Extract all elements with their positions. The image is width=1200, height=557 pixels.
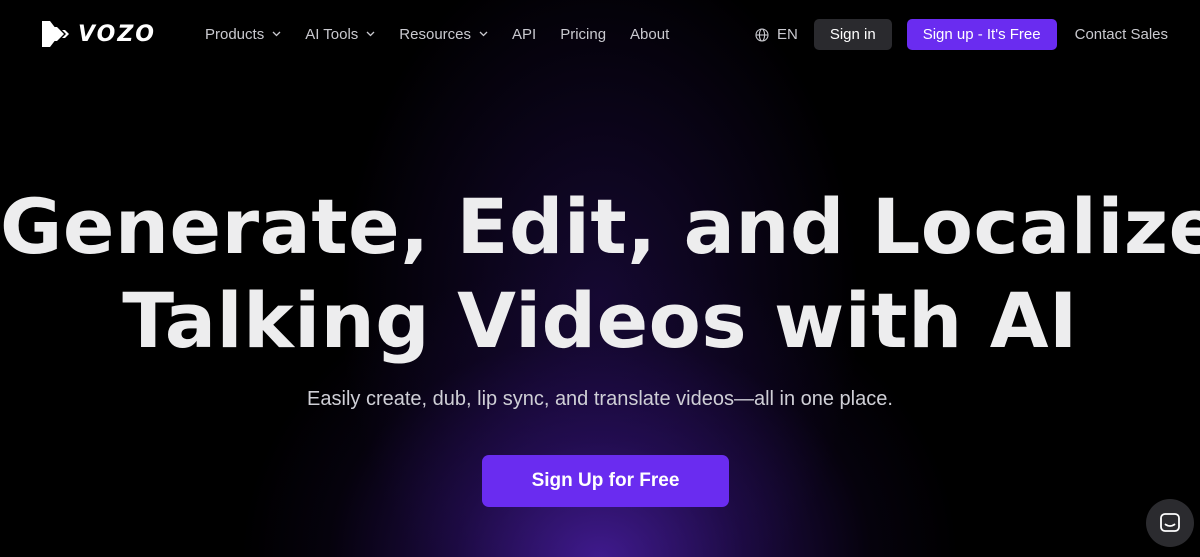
hero-title-line-2: Talking Videos with AI [122, 276, 1078, 365]
nav-item-label: API [512, 25, 537, 43]
nav-item-label: Pricing [560, 25, 607, 43]
sign-up-button[interactable]: Sign up - It's Free [906, 19, 1057, 50]
main-menu: Products AI Tools Resources API Pricing … [205, 22, 669, 46]
top-nav: VOZO Products AI Tools Resources API Pri… [0, 0, 1200, 68]
language-label: EN [776, 26, 798, 43]
sign-in-button[interactable]: Sign in [813, 19, 892, 50]
nav-item-about[interactable]: About [630, 26, 669, 43]
chevron-down-icon [366, 31, 375, 37]
vozo-logo-icon [42, 21, 69, 47]
nav-item-label: Resources [399, 25, 471, 43]
nav-item-api[interactable]: API [512, 26, 536, 43]
nav-item-pricing[interactable]: Pricing [560, 26, 606, 43]
hero-subtitle: Easily create, dub, lip sync, and transl… [307, 388, 893, 410]
nav-item-label: Products [205, 25, 265, 43]
contact-sales-link[interactable]: Contact Sales [1075, 26, 1168, 43]
chat-widget-button[interactable] [1146, 499, 1194, 547]
hero-title-line-1: Generate, Edit, and Localize [0, 182, 1200, 271]
brand-logo[interactable]: VOZO [40, 18, 156, 50]
hero-title: Generate, Edit, and Localize Talking Vid… [0, 180, 1200, 368]
nav-item-label: About [630, 25, 670, 43]
language-selector[interactable]: EN [755, 26, 798, 43]
chevron-down-icon [272, 31, 281, 37]
chat-bubble-icon [1160, 513, 1180, 532]
nav-actions: EN Sign in Sign up - It's Free Contact S… [755, 19, 1168, 50]
nav-item-products[interactable]: Products [205, 26, 281, 43]
globe-icon [755, 27, 769, 42]
nav-item-ai-tools[interactable]: AI Tools [305, 26, 375, 43]
sign-up-free-button[interactable]: Sign Up for Free [482, 455, 729, 507]
page: VOZO Products AI Tools Resources API Pri… [0, 0, 1200, 557]
brand-name: VOZO [78, 21, 156, 47]
nav-item-resources[interactable]: Resources [399, 26, 488, 43]
chevron-down-icon [479, 31, 488, 37]
nav-item-label: AI Tools [305, 25, 359, 43]
